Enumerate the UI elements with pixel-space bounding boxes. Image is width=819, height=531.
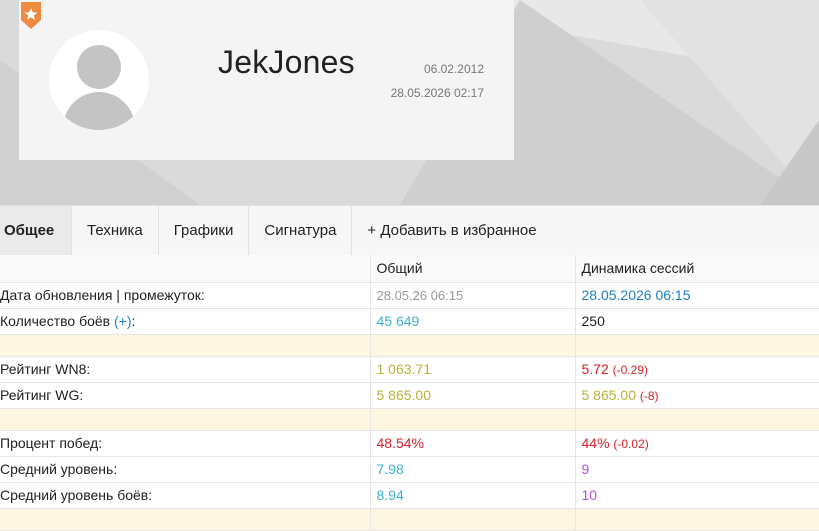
wn8-session-value: 5.72 xyxy=(581,361,609,377)
table-spacer-row xyxy=(0,408,819,431)
winrate-session-cell: 44% (-0.02) xyxy=(574,430,819,457)
winrate-delta: (-0.02) xyxy=(613,437,649,451)
battles-label: Количество боёв xyxy=(0,313,111,329)
add-to-favorites-button[interactable]: + Добавить в избранное xyxy=(352,206,551,255)
spacer-cell xyxy=(574,408,819,431)
avg-tier-session-value: 9 xyxy=(574,456,819,483)
table-row: Дата обновления | промежуток: 28.05.26 0… xyxy=(0,282,819,309)
rank-badge-icon xyxy=(21,2,41,29)
spacer-cell xyxy=(0,508,370,531)
wg-session-cell: 5 865.00 (-8) xyxy=(574,382,819,409)
row-label: Средний уровень боёв: xyxy=(0,482,370,509)
header-label-cell xyxy=(0,255,370,283)
tab-signature[interactable]: Сигнатура xyxy=(249,206,353,255)
table-row: Процент побед: 48.54% 44% (-0.02) xyxy=(0,430,819,457)
row-label: Количество боёв (+): xyxy=(0,308,370,335)
battles-overall-value: 45 649 xyxy=(369,308,575,335)
table-spacer-row xyxy=(0,334,819,357)
row-label: Дата обновления | промежуток: xyxy=(0,282,370,309)
battles-colon: : xyxy=(131,313,136,329)
avatar xyxy=(49,30,149,130)
update-overall-value: 28.05.26 06:15 xyxy=(369,282,575,309)
battles-session-value: 250 xyxy=(574,308,819,335)
profile-card: JekJones 06.02.2012 28.05.2026 02:17 xyxy=(19,0,514,160)
wg-delta: (-8) xyxy=(639,389,659,403)
table-row: Средний уровень: 7.98 9 xyxy=(0,456,819,483)
tab-general[interactable]: Общее xyxy=(0,206,72,255)
spacer-cell xyxy=(574,334,819,357)
table-row: Рейтинг WN8: 1 063.71 5.72 (-0.29) xyxy=(0,356,819,383)
winrate-overall-value: 48.54% xyxy=(369,430,575,457)
spacer-cell xyxy=(0,334,370,357)
winrate-session-value: 44% xyxy=(581,435,610,451)
avg-battle-tier-session-value: 10 xyxy=(574,482,819,509)
username: JekJones xyxy=(218,44,355,80)
table-header-row: Общий Динамика сессий xyxy=(0,255,819,283)
avg-tier-overall-value: 7.98 xyxy=(369,456,575,483)
profile-tabs: Общее Техника Графики Сигнатура + Добави… xyxy=(0,205,819,256)
spacer-cell xyxy=(574,508,819,531)
battles-expand-link[interactable]: (+) xyxy=(114,313,132,329)
wg-overall-value: 5 865.00 xyxy=(369,382,575,409)
wn8-delta: (-0.29) xyxy=(612,363,648,377)
header-session: Динамика сессий xyxy=(574,255,819,283)
header-overall: Общий xyxy=(369,255,575,283)
row-label: Рейтинг WG: xyxy=(0,382,370,409)
stats-table: Общий Динамика сессий Дата обновления | … xyxy=(0,255,819,531)
avg-battle-tier-overall-value: 8.94 xyxy=(369,482,575,509)
last-battle-date: 28.05.2026 02:17 xyxy=(390,86,484,100)
spacer-cell xyxy=(369,334,575,357)
wg-session-value: 5 865.00 xyxy=(581,387,637,403)
table-row: Средний уровень боёв: 8.94 10 xyxy=(0,482,819,509)
avatar-head xyxy=(77,45,121,89)
row-label: Рейтинг WN8: xyxy=(0,356,370,383)
spacer-cell xyxy=(369,508,575,531)
spacer-cell xyxy=(0,408,370,431)
row-label: Процент побед: xyxy=(0,430,370,457)
table-spacer-row xyxy=(0,508,819,531)
wn8-overall-value: 1 063.71 xyxy=(369,356,575,383)
spacer-cell xyxy=(369,408,575,431)
tab-charts[interactable]: Графики xyxy=(159,206,250,255)
tab-vehicles[interactable]: Техника xyxy=(72,206,159,255)
wn8-session-cell: 5.72 (-0.29) xyxy=(574,356,819,383)
registration-date: 06.02.2012 xyxy=(423,62,484,76)
profile-hero-banner: JekJones 06.02.2012 28.05.2026 02:17 xyxy=(0,0,819,205)
avatar-body xyxy=(63,92,135,130)
table-row: Количество боёв (+): 45 649 250 xyxy=(0,308,819,335)
update-session-value: 28.05.2026 06:15 xyxy=(574,282,819,309)
row-label: Средний уровень: xyxy=(0,456,370,483)
table-row: Рейтинг WG: 5 865.00 5 865.00 (-8) xyxy=(0,382,819,409)
